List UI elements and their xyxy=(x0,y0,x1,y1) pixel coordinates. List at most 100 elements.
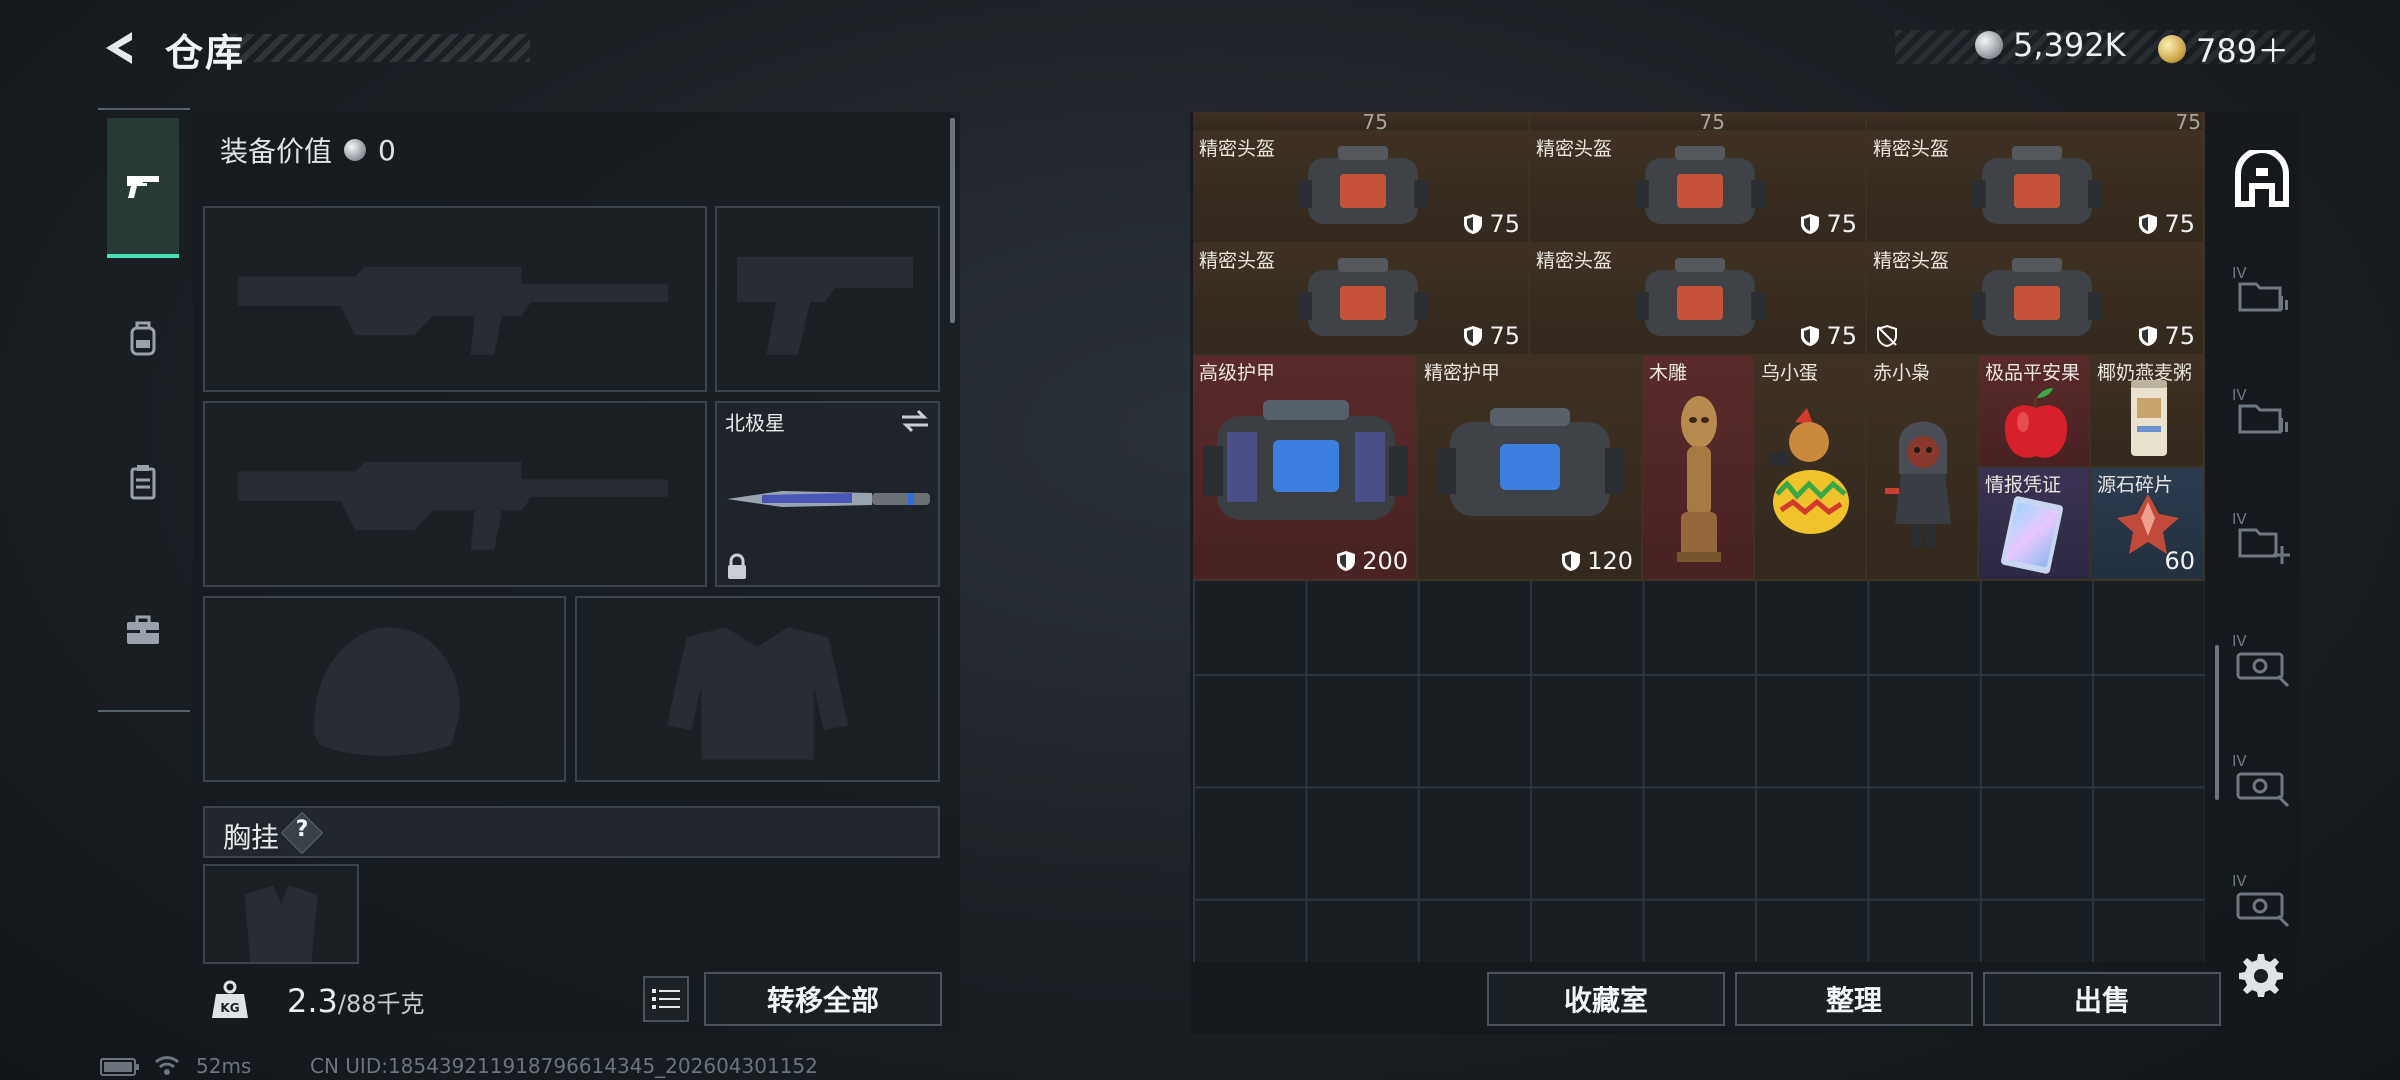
helmet-bag-image xyxy=(1298,258,1428,336)
gold-currency[interactable]: 789＋ xyxy=(2158,26,2289,72)
briefcase-icon xyxy=(127,615,159,644)
knife-image xyxy=(727,491,930,507)
tab-vest[interactable] xyxy=(107,412,179,552)
camera-case-icon: IV xyxy=(2232,632,2290,688)
item-name: 精密头盔 xyxy=(1873,138,1950,160)
collection-room-button[interactable]: 收藏室 xyxy=(1487,972,1725,1026)
list-view-button[interactable] xyxy=(643,976,689,1022)
pistol-silhouette-icon xyxy=(736,256,914,355)
camera-case-icon: IV xyxy=(2232,872,2290,928)
stash-item[interactable]: 赤小枭 xyxy=(1867,356,1979,581)
body-armor-slot[interactable] xyxy=(575,596,940,782)
weight-icon: KG xyxy=(212,980,248,1018)
stash-item[interactable]: 木雕 xyxy=(1643,356,1755,581)
stash-tab-6[interactable]: IV xyxy=(2232,870,2290,928)
item-name: 精密头盔 xyxy=(1536,138,1613,160)
item-name: 乌小蛋 xyxy=(1761,362,1819,384)
helmet-bag-image xyxy=(1635,146,1765,224)
gold-amount: 789＋ xyxy=(2196,32,2290,70)
page-title: 仓库 xyxy=(165,31,246,75)
gear-icon[interactable] xyxy=(2238,952,2284,998)
stash-item[interactable]: 精密头盔 75 xyxy=(1530,244,1867,356)
chest-rig-label: 胸挂 xyxy=(223,821,280,854)
helmet-slot[interactable] xyxy=(203,596,566,782)
svg-text:IV: IV xyxy=(2232,510,2247,528)
helmet-bag-image xyxy=(1635,258,1765,336)
back-arrow-icon[interactable] xyxy=(98,26,142,70)
item-durability: 75 xyxy=(2138,210,2195,238)
stash-item[interactable]: 椰奶燕麦粥 xyxy=(2091,356,2205,468)
broken-durability-icon xyxy=(1877,324,1897,348)
item-durability: 75 xyxy=(2138,322,2195,350)
item-durability: 75 xyxy=(1699,112,1725,132)
sort-button[interactable]: 整理 xyxy=(1735,972,1973,1026)
armor-bag-image xyxy=(1203,400,1408,520)
secondary-weapon-slot[interactable] xyxy=(715,206,940,392)
equipment-value-label: 装备价值 xyxy=(220,135,333,168)
item-name: 极品平安果 xyxy=(1985,362,2081,384)
stash-item-partial[interactable]: 75 xyxy=(1193,112,1530,132)
pistol-icon xyxy=(127,176,159,198)
stash-item[interactable]: 乌小蛋 xyxy=(1755,356,1867,581)
tab-backpack[interactable] xyxy=(107,268,179,408)
home-stash-icon[interactable] xyxy=(2232,150,2292,210)
stash-tab-5[interactable]: IV xyxy=(2232,750,2290,808)
tab-rail-divider xyxy=(98,710,190,712)
shield-icon xyxy=(2139,326,2158,346)
stash-item[interactable]: 情报凭证 xyxy=(1979,468,2091,581)
helmet-bag-image xyxy=(1972,258,2102,336)
svg-text:IV: IV xyxy=(2232,752,2247,770)
stash-item[interactable]: 精密头盔 75 xyxy=(1530,132,1867,244)
sell-button[interactable]: 出售 xyxy=(1983,972,2221,1026)
stash-item[interactable]: 精密头盔 75 xyxy=(1193,244,1530,356)
svg-text:IV: IV xyxy=(2232,872,2247,890)
carry-weight: 2.3/88千克 xyxy=(287,982,425,1020)
primary-weapon-slot[interactable] xyxy=(203,206,707,392)
chest-rig-silhouette-icon xyxy=(244,885,318,962)
stash-item[interactable]: 源石碎片 60 xyxy=(2091,468,2205,581)
item-name: 情报凭证 xyxy=(1985,474,2062,496)
tab-weapons[interactable] xyxy=(107,118,179,258)
wifi-icon xyxy=(154,1056,180,1075)
svg-text:IV: IV xyxy=(2232,386,2247,404)
ping-text: 52ms xyxy=(196,1054,252,1078)
equipment-value: 装备价值 0 xyxy=(220,130,396,170)
silver-coin-icon xyxy=(1975,31,2003,59)
item-durability: 75 xyxy=(1800,322,1857,350)
transfer-all-button[interactable]: 转移全部 xyxy=(704,972,942,1026)
item-name: 精密护甲 xyxy=(1424,362,1501,384)
silver-currency[interactable]: 5,392K xyxy=(1975,26,2126,64)
swap-icon[interactable] xyxy=(900,409,930,433)
shield-icon xyxy=(1801,214,1820,234)
stash-scrollbar[interactable] xyxy=(2215,645,2219,800)
stash-item[interactable]: 精密头盔 75 xyxy=(1867,132,2205,244)
stash-item-partial[interactable]: 75 xyxy=(1530,112,1867,132)
stash-tab-add[interactable]: IV xyxy=(2232,508,2290,566)
primary-weapon-slot-2[interactable] xyxy=(203,401,707,587)
svg-text:IV: IV xyxy=(2232,264,2247,282)
stash-tab-2[interactable]: IV xyxy=(2232,262,2290,320)
stash-item-partial[interactable]: 75 xyxy=(1867,112,2205,132)
shield-icon xyxy=(1562,551,1581,571)
stash-item[interactable]: 精密头盔 75 xyxy=(1193,132,1530,244)
lock-icon xyxy=(728,553,746,579)
uid-text: CN UID:185439211918796614345_20260430115… xyxy=(310,1054,818,1078)
melee-weapon-name: 北极星 xyxy=(725,411,785,435)
vest-icon xyxy=(130,465,156,500)
tab-toolbox[interactable] xyxy=(107,560,179,700)
item-quantity: 60 xyxy=(2164,547,2195,575)
weight-capacity: /88千克 xyxy=(337,990,425,1018)
item-name: 木雕 xyxy=(1649,362,1688,384)
chest-rig-slot[interactable] xyxy=(203,864,359,964)
equipment-scrollbar[interactable] xyxy=(950,118,955,323)
stash-tab-3[interactable]: IV xyxy=(2232,384,2290,442)
stash-item[interactable]: 极品平安果 xyxy=(1979,356,2091,468)
shield-icon xyxy=(1337,551,1356,571)
stash-item[interactable]: 高级护甲 200 xyxy=(1193,356,1418,581)
helmet-bag-image xyxy=(1972,146,2102,224)
stash-item[interactable]: 精密护甲 120 xyxy=(1418,356,1643,581)
stash-item[interactable]: 精密头盔 75 xyxy=(1867,244,2205,356)
melee-weapon-slot[interactable]: 北极星 xyxy=(715,401,940,587)
stash-tab-4[interactable]: IV xyxy=(2232,630,2290,688)
item-durability: 75 xyxy=(1800,210,1857,238)
